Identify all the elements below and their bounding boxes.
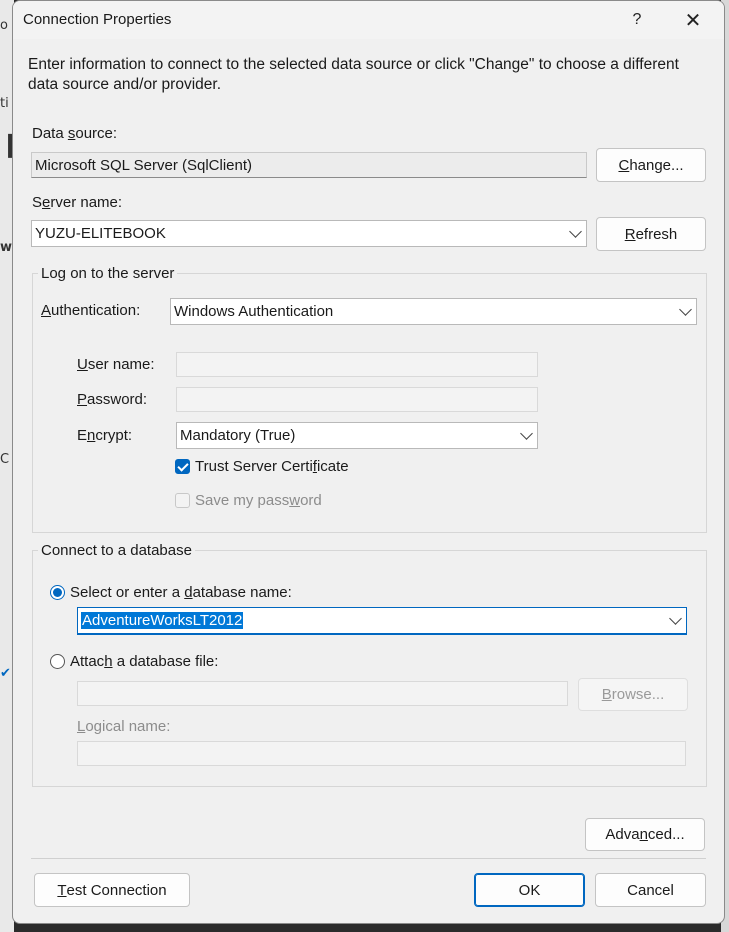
background-text: o	[0, 18, 8, 33]
attach-database-radio[interactable]	[50, 654, 65, 669]
background-text: ✔	[0, 666, 11, 681]
server-name-label: Server name:	[32, 194, 123, 211]
server-name-value: YUZU-ELITEBOOK	[35, 225, 166, 242]
divider	[31, 858, 706, 859]
cancel-button[interactable]: Cancel	[595, 873, 706, 907]
chevron-down-icon[interactable]	[569, 224, 582, 238]
test-connection-button[interactable]: Test Connection	[34, 873, 190, 907]
help-button[interactable]: ?	[611, 1, 663, 39]
attach-database-label[interactable]: Attach a database file:	[70, 653, 218, 670]
data-source-field: Microsoft SQL Server (SqlClient)	[31, 152, 587, 178]
trust-server-certificate-label[interactable]: Trust Server Certificate	[195, 458, 349, 475]
dialog-title: Connection Properties	[23, 11, 172, 28]
encrypt-combobox[interactable]: Mandatory (True)	[176, 422, 538, 449]
database-name-combobox[interactable]: AdventureWorksLT2012	[77, 607, 687, 635]
chevron-down-icon[interactable]	[669, 611, 682, 625]
connection-properties-dialog: Connection Properties ? ✕ Enter informat…	[12, 0, 725, 924]
select-database-radio[interactable]	[50, 585, 65, 600]
advanced-button[interactable]: Adva n ced...	[585, 818, 705, 851]
ok-button[interactable]: OK	[474, 873, 585, 907]
database-group-title: Connect to a database	[38, 542, 195, 559]
database-file-input[interactable]	[77, 681, 568, 706]
password-input[interactable]	[176, 387, 538, 412]
chevron-down-icon[interactable]	[679, 302, 692, 316]
data-source-label: Data source:	[32, 125, 118, 142]
background-text: C	[0, 452, 10, 467]
change-button[interactable]: Change...	[596, 148, 706, 182]
logical-name-label: Logical name:	[77, 718, 171, 735]
authentication-value: Windows Authentication	[174, 303, 334, 320]
close-button[interactable]: ✕	[667, 1, 719, 39]
trust-server-certificate-checkbox[interactable]	[175, 459, 190, 474]
refresh-button[interactable]: Refresh	[596, 217, 706, 251]
database-name-value: AdventureWorksLT2012	[81, 612, 244, 629]
save-password-label: Save my password	[195, 492, 322, 509]
chevron-down-icon[interactable]	[520, 426, 533, 440]
background-text: w	[0, 240, 13, 255]
select-database-label[interactable]: Select or enter a database name:	[70, 584, 292, 601]
browse-button[interactable]: Browse...	[578, 678, 688, 711]
encrypt-label: Encrypt:	[77, 427, 133, 444]
intro-text: Enter information to connect to the sele…	[28, 56, 679, 93]
encrypt-value: Mandatory (True)	[180, 427, 296, 444]
server-name-combobox[interactable]: YUZU-ELITEBOOK	[31, 220, 587, 247]
logical-name-input[interactable]	[77, 741, 686, 766]
logon-group-title: Log on to the server	[38, 265, 178, 282]
background-text: ti	[0, 96, 9, 111]
password-label: Password:	[77, 391, 148, 408]
save-password-checkbox[interactable]	[175, 493, 190, 508]
user-name-label: User name:	[77, 356, 155, 373]
title-bar: Connection Properties ? ✕	[13, 1, 724, 39]
authentication-combobox[interactable]: Windows Authentication	[170, 298, 697, 325]
authentication-label: Authentication:	[41, 302, 141, 319]
user-name-input[interactable]	[176, 352, 538, 377]
